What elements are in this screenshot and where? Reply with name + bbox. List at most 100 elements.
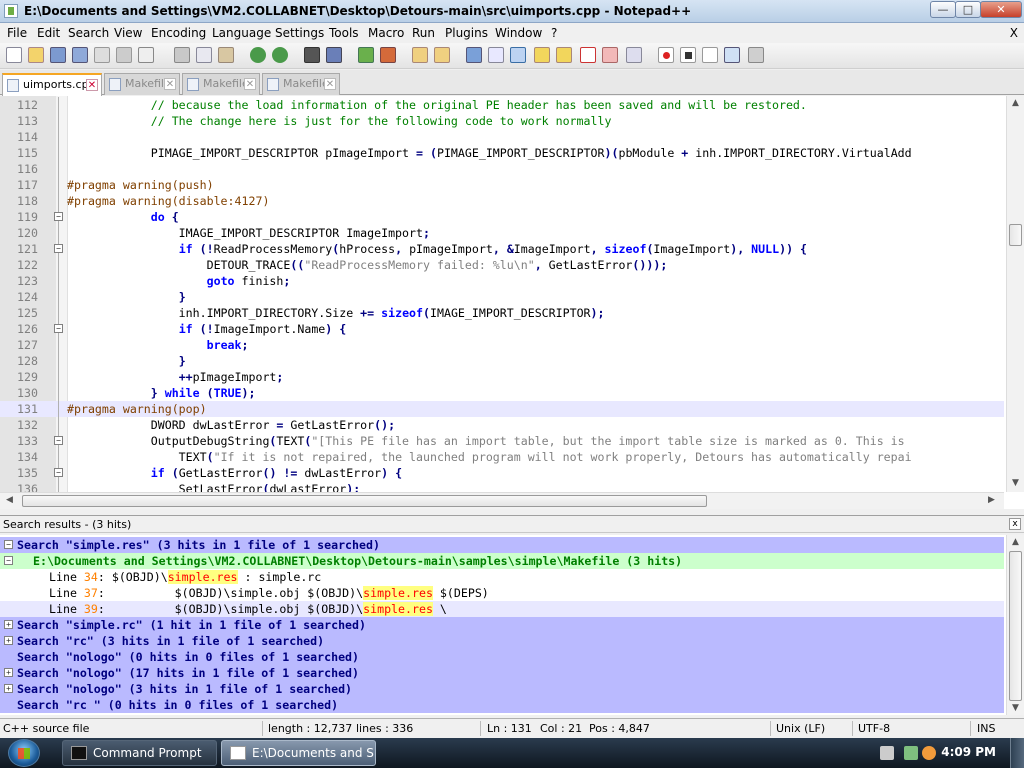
tab-close-icon[interactable]: ✕ [86,79,98,91]
fold-toggle-icon[interactable]: − [54,436,63,445]
menu-run[interactable]: Run [412,26,435,40]
folder-workspace-icon[interactable] [602,47,618,63]
code-line[interactable]: 130 } while (TRUE); [0,385,1004,401]
maximize-button[interactable]: □ [955,1,981,18]
search-result-header[interactable]: + Search "rc" (3 hits in 1 file of 1 sear… [0,633,1004,649]
status-eol[interactable]: Unix (LF) [776,722,825,735]
sync-vertical-icon[interactable] [412,47,428,63]
menu-help[interactable]: ? [551,26,557,40]
tab-makefile-1[interactable]: Makefile ✕ [104,73,180,95]
menu-tools[interactable]: Tools [329,26,359,40]
tab-close-icon[interactable]: ✕ [324,78,336,90]
code-line[interactable]: 136 SetLastError(dwLastError); [0,481,1004,492]
menu-file[interactable]: File [7,26,27,40]
search-results-panel[interactable]: − Search "simple.res" (3 hits in 1 file o… [0,535,1024,715]
doc-map-icon[interactable] [556,47,572,63]
scroll-thumb[interactable] [22,495,707,507]
tab-close-icon[interactable]: ✕ [164,78,176,90]
status-encoding[interactable]: UTF-8 [858,722,890,735]
scroll-left-icon[interactable]: ◀ [6,495,13,505]
scroll-thumb[interactable] [1009,224,1022,246]
title-bar[interactable]: E:\Documents and Settings\VM2.COLLABNET\… [0,0,1024,23]
code-line[interactable]: 116 [0,161,1004,177]
menu-plugins[interactable]: Plugins [445,26,488,40]
code-line[interactable]: 121 − if (!ReadProcessMemory(hProcess, pI… [0,241,1004,257]
zoom-out-icon[interactable] [380,47,396,63]
search-result-header[interactable]: + Search "nologo" (17 hits in 1 file of 1… [0,665,1004,681]
scroll-thumb[interactable] [1009,551,1022,701]
code-line[interactable]: 118 #pragma warning(disable:4127) [0,193,1004,209]
monitoring-icon[interactable] [626,47,642,63]
scroll-up-icon[interactable]: ▲ [1012,537,1019,547]
save-all-icon[interactable] [72,47,88,63]
code-line[interactable]: 117 #pragma warning(push) [0,177,1004,193]
indent-guide-icon[interactable] [510,47,526,63]
code-line[interactable]: 125 inh.IMPORT_DIRECTORY.Size += sizeof(… [0,305,1004,321]
code-editor[interactable]: 112 // because the load information of t… [0,96,1024,509]
redo-icon[interactable] [272,47,288,63]
scroll-down-icon[interactable]: ▼ [1012,478,1019,488]
close-file-icon[interactable] [94,47,110,63]
code-line[interactable]: 122 DETOUR_TRACE(("ReadProcessMemory fai… [0,257,1004,273]
code-line[interactable]: 124 } [0,289,1004,305]
cut-icon[interactable] [174,47,190,63]
open-file-icon[interactable] [28,47,44,63]
code-line[interactable]: 119 − do { [0,209,1004,225]
save-icon[interactable] [50,47,66,63]
menu-settings[interactable]: Settings [275,26,324,40]
menu-search[interactable]: Search [68,26,109,40]
fold-toggle-icon[interactable]: − [54,244,63,253]
code-line[interactable]: 123 goto finish; [0,273,1004,289]
clock[interactable]: 4:09 PM [941,745,996,759]
search-result-header[interactable]: + Search "simple.rc" (1 hit in 1 file of … [0,617,1004,633]
fold-toggle-icon[interactable]: + [4,636,13,645]
status-mode[interactable]: INS [977,722,995,735]
show-all-chars-icon[interactable] [488,47,504,63]
search-result-file[interactable]: − E:\Documents and Settings\VM2.COLLABNET… [0,553,1004,569]
fold-toggle-icon[interactable]: + [4,668,13,677]
results-vertical-scrollbar[interactable]: ▲ ▼ [1006,535,1024,715]
fold-toggle-icon[interactable]: + [4,684,13,693]
tab-makefile-2[interactable]: Makefile ✕ [182,73,260,95]
taskbar-notepadpp[interactable]: E:\Documents and S... [221,740,376,766]
code-line[interactable]: 128 } [0,353,1004,369]
search-result-hit[interactable]: Line 34: $(OBJD)\simple.res : simple.rc [0,569,1004,585]
code-line[interactable]: 112 // because the load information of t… [0,97,1004,113]
close-button[interactable]: ✕ [980,1,1022,18]
tab-makefile-3[interactable]: Makefile ✕ [262,73,340,95]
code-line[interactable]: 129 ++pImageImport; [0,369,1004,385]
search-tray-icon[interactable] [922,746,936,760]
stop-macro-icon[interactable] [680,47,696,63]
menu-encoding[interactable]: Encoding [151,26,206,40]
search-result-header[interactable]: + Search "nologo" (3 hits in 1 file of 1 … [0,681,1004,697]
taskbar-command-prompt[interactable]: Command Prompt [62,740,217,766]
new-file-icon[interactable] [6,47,22,63]
record-macro-icon[interactable] [658,47,674,63]
code-line[interactable]: 133 − OutputDebugString(TEXT("[This PE fi… [0,433,1004,449]
copy-icon[interactable] [196,47,212,63]
menu-language[interactable]: Language [212,26,271,40]
menu-macro[interactable]: Macro [368,26,404,40]
play-macro-icon[interactable] [702,47,718,63]
print-icon[interactable] [138,47,154,63]
tab-uimports-cpp[interactable]: uimports.cpp ✕ [2,73,102,96]
find-icon[interactable] [304,47,320,63]
network-icon[interactable] [904,746,918,760]
notepadpp-app-icon[interactable] [4,4,18,18]
scroll-right-icon[interactable]: ▶ [988,495,995,505]
fold-toggle-icon[interactable]: + [4,620,13,629]
editor-vertical-scrollbar[interactable]: ▲ ▼ [1006,96,1024,492]
fold-toggle-icon[interactable]: − [4,540,13,549]
scroll-down-icon[interactable]: ▼ [1012,703,1019,713]
menu-edit[interactable]: Edit [37,26,60,40]
fold-toggle-icon[interactable]: − [4,556,13,565]
search-result-hit[interactable]: Line 39: $(OBJD)\simple.obj $(OBJD)\simp… [0,601,1004,617]
code-line[interactable]: 131 #pragma warning(pop) [0,401,1004,417]
menu-view[interactable]: View [114,26,142,40]
scroll-up-icon[interactable]: ▲ [1012,98,1019,108]
run-macro-multiple-icon[interactable] [724,47,740,63]
zoom-in-icon[interactable] [358,47,374,63]
fold-toggle-icon[interactable]: − [54,324,63,333]
search-result-hit[interactable]: Line 37: $(OBJD)\simple.obj $(OBJD)\simp… [0,585,1004,601]
paste-icon[interactable] [218,47,234,63]
